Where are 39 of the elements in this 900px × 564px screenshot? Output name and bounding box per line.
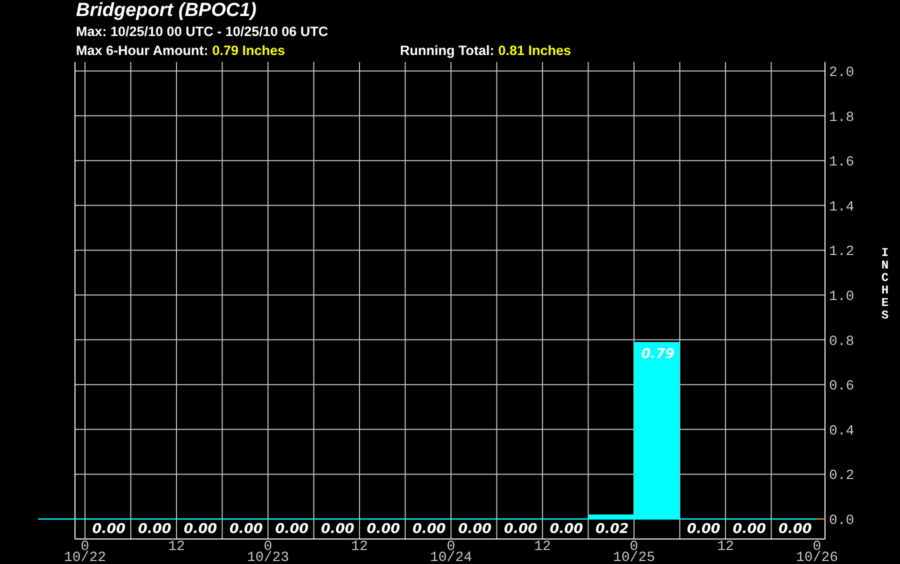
x-tick-label: 12	[168, 539, 185, 555]
running-total-value: 0.81 Inches	[498, 42, 572, 60]
y-tick-label: 1.8	[829, 110, 854, 126]
running-total-label: Running Total:	[400, 42, 494, 60]
value-label: 0.00	[504, 521, 538, 537]
max-amount-value: 0.79 Inches	[212, 42, 286, 60]
value-label: 0.00	[458, 521, 492, 537]
y-tick-label: 0.2	[829, 468, 854, 484]
y-tick-label: 2.0	[829, 65, 854, 81]
y-tick-label: 0.8	[829, 334, 854, 350]
value-label: 0.00	[320, 521, 354, 537]
value-label: 0.00	[229, 521, 263, 537]
value-label: 0.00	[778, 521, 812, 537]
value-label: 0.00	[732, 521, 766, 537]
y-tick-label: 0.6	[829, 378, 854, 395]
value-label: 0.00	[138, 521, 172, 537]
value-label: 0.00	[686, 521, 720, 537]
y-tick-label: 0.0	[829, 513, 854, 529]
y-tick-label: 0.4	[829, 423, 854, 440]
value-label: 0.00	[275, 521, 309, 537]
value-label: 0.00	[366, 521, 400, 537]
value-label: 0.79	[641, 346, 675, 362]
y-tick-label: 1.2	[829, 244, 854, 260]
y-tick-label: 1.6	[829, 154, 854, 171]
y-tick-label: 1.0	[829, 289, 854, 305]
x-tick-label: 12	[351, 539, 368, 555]
baseline-marker	[817, 518, 825, 520]
value-label: 0.00	[550, 521, 584, 537]
x-tick-label: 12	[534, 539, 551, 555]
value-label: 0.00	[92, 521, 126, 537]
chart-title: Bridgeport (BPOC1)	[76, 0, 256, 22]
x-tick-label: 12	[717, 539, 734, 555]
value-label: 0.00	[412, 521, 446, 537]
y-tick-label: 1.4	[829, 199, 854, 216]
max-period: Max: 10/25/10 00 UTC - 10/25/10 06 UTC	[76, 23, 328, 41]
y-axis-label: INCHES	[881, 246, 889, 322]
value-label: 0.00	[184, 521, 218, 537]
max-amount-label: Max 6-Hour Amount:	[76, 42, 208, 60]
value-label: 0.02	[595, 521, 629, 537]
